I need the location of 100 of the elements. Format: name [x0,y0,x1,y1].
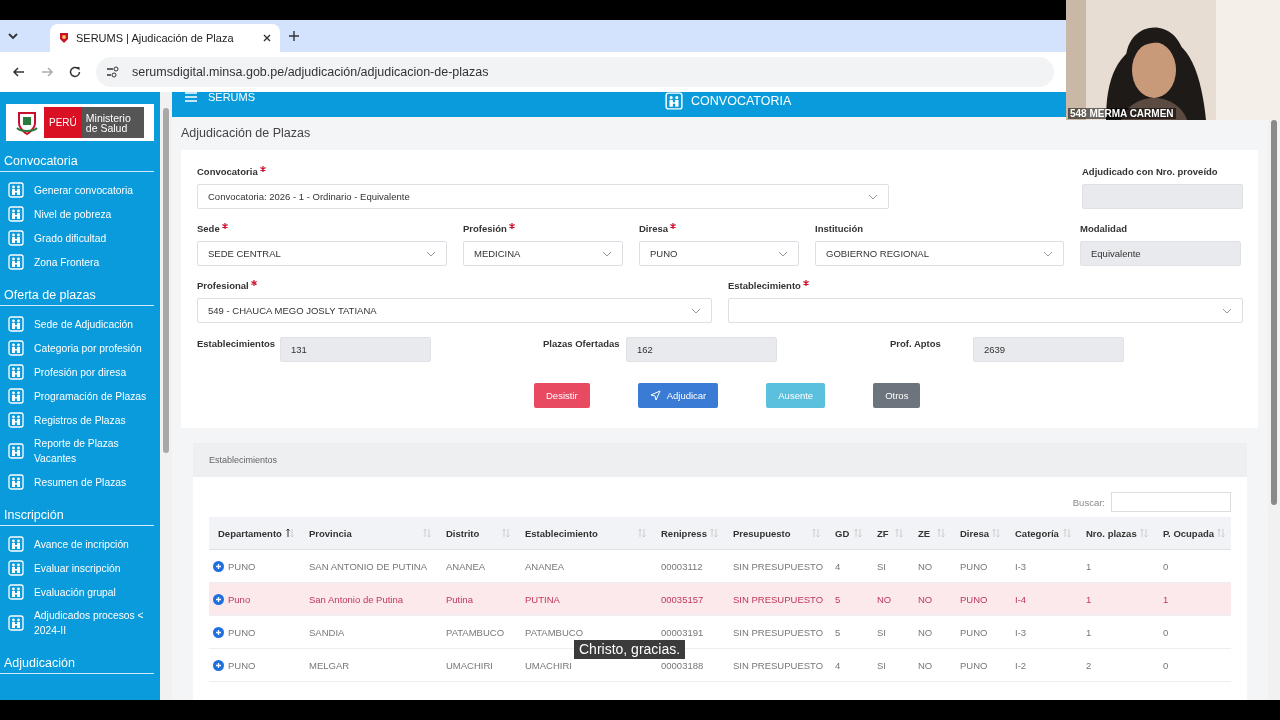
column-header[interactable]: Diresa [951,517,1006,550]
column-header[interactable]: ZF [868,517,909,550]
table-cell: ANANEA [437,549,516,583]
table-cell: Puno [228,593,251,605]
people-icon [8,254,24,270]
people-icon [8,474,24,490]
sort-icon[interactable] [286,528,294,538]
sidebar-item[interactable]: Generar convocatoria [0,178,160,202]
table-row[interactable]: PUNO SAN ANTONIO DE PUTINA ANANEA ANANEA 00003112 SIN PRESUPUESTO 4 SI NO PUNO I-3 1 0 [209,549,1231,583]
people-icon [8,340,24,356]
table-cell: UMACHIRI [437,648,516,682]
table-cell: 0 [1154,549,1231,583]
table-row[interactable]: Puno San Antonio de Putina Putina PUTINA 00035157 SIN PRESUPUESTO 5 NO NO PUNO I-4 1 1 [209,582,1231,616]
ministry-name: Ministerio de Salud [81,107,144,138]
sidebar-item[interactable]: Programación de Plazas [0,384,160,408]
table-cell: I-3 [1006,615,1077,649]
country-label: PERÚ [44,107,82,138]
search-label: Buscar: [1072,496,1105,508]
close-icon[interactable] [262,33,272,43]
table-cell: 1 [1154,582,1231,616]
select-field[interactable]: Convocatoria: 2026 - 1 - Ordinario - Equivalente [197,184,889,209]
table-cell: I-2 [1006,648,1077,682]
table-cell: 1 [1077,582,1154,616]
table-cell: ANANEA [516,549,652,583]
action-button[interactable]: Otros [873,383,921,408]
sidebar-item[interactable]: Reporte de Plazas Vacantes [0,432,160,470]
sidebar-item[interactable]: Grado dificultad [0,226,160,250]
expand-icon[interactable] [213,560,224,572]
sidebar-item[interactable]: Profesión por diresa [0,360,160,384]
people-icon [8,206,24,222]
table-cell: Putina [437,582,516,616]
participant-name: 548 MERMA CARMEN [1068,108,1176,119]
column-header[interactable]: Categoría [1006,517,1077,550]
table-cell: 5 [826,582,868,616]
column-header[interactable]: Presupuesto [724,517,826,550]
sidebar-item[interactable]: Avance de incripción [0,532,160,556]
sidebar-item[interactable]: Evaluar inscripción [0,556,160,580]
sidebar-item[interactable]: Registros de Plazas [0,408,160,432]
sidebar-item[interactable]: Adjudicados procesos < 2024-II [0,604,160,642]
column-header[interactable]: Nro. plazas [1077,517,1154,550]
expand-icon[interactable] [213,659,224,671]
column-header[interactable]: Establecimiento [516,517,652,550]
select-field[interactable]: SEDE CENTRAL [197,241,447,266]
back-icon[interactable] [12,65,26,79]
sidebar-section-title: Convocatoria [0,154,154,172]
select-field[interactable]: PUNO [639,241,799,266]
sidebar-item[interactable]: Sede de Adjudicación [0,312,160,336]
table-cell: 4 [826,549,868,583]
field-label: Establecimiento [728,280,801,291]
column-header[interactable]: ZE [909,517,951,550]
expand-icon[interactable] [213,626,224,638]
field-label: Convocatoria [197,166,258,177]
forward-icon[interactable] [40,65,54,79]
scrollbar[interactable] [160,92,172,700]
column-header[interactable]: Departamento [209,517,300,550]
reload-icon[interactable] [68,65,82,79]
table-cell: 5 [826,615,868,649]
stat-label: Plazas Ofertadas [543,337,621,351]
table-cell: SIN PRESUPUESTO [724,582,826,616]
action-button[interactable]: Desistir [534,383,590,408]
column-header[interactable]: Distrito [437,517,516,550]
readonly-field: 131 [280,337,431,362]
address-bar[interactable]: serumsdigital.minsa.gob.pe/adjudicación/adjudicacion-de-plazas [96,57,1054,87]
column-header[interactable]: Provincia [300,517,437,550]
plus-icon[interactable] [288,30,300,42]
table-cell: 4 [826,648,868,682]
sidebar-item[interactable]: Categoria por profesión [0,336,160,360]
crest-icon [58,32,70,44]
table-cell: 00003112 [652,549,724,583]
column-header[interactable]: GD [826,517,868,550]
select-field[interactable]: GOBIERNO REGIONAL [815,241,1064,266]
browser-tab[interactable]: SERUMS | Ajudicación de Plaza [50,24,280,52]
sidebar-section-title: Inscripción [0,508,154,526]
table-cell: I-3 [1006,549,1077,583]
action-button[interactable]: Adjudicar [637,383,719,408]
search-field[interactable] [1111,492,1231,512]
site-settings-icon[interactable] [106,66,120,78]
sidebar-item[interactable]: Zona Frontera [0,250,160,274]
people-icon [8,230,24,246]
menu-icon[interactable] [184,92,198,103]
select-field[interactable] [728,298,1243,323]
sidebar-item[interactable]: Evaluación grupal [0,580,160,604]
table-cell: NO [909,582,951,616]
table-cell: MELGAR [300,648,437,682]
select-field[interactable]: MEDICINA [463,241,623,266]
table-cell: 1 [1077,615,1154,649]
table-cell: PUTINA [516,582,652,616]
people-icon [8,316,24,332]
column-header[interactable]: P. Ocupada [1154,517,1231,550]
table-cell: SI [868,549,909,583]
field-label: Profesional [197,280,249,291]
column-header[interactable]: Renipress [652,517,724,550]
sidebar-item[interactable]: Nivel de pobreza [0,202,160,226]
coat-of-arms-icon [15,109,39,136]
sidebar-item[interactable]: Resumen de Plazas [0,470,160,494]
expand-icon[interactable] [213,593,224,605]
select-field[interactable]: 549 - CHAUCA MEGO JOSLY TATIANA [197,298,712,323]
scrollbar[interactable] [1268,120,1280,700]
table-cell: NO [909,648,951,682]
table-cell: 0 [1154,648,1231,682]
